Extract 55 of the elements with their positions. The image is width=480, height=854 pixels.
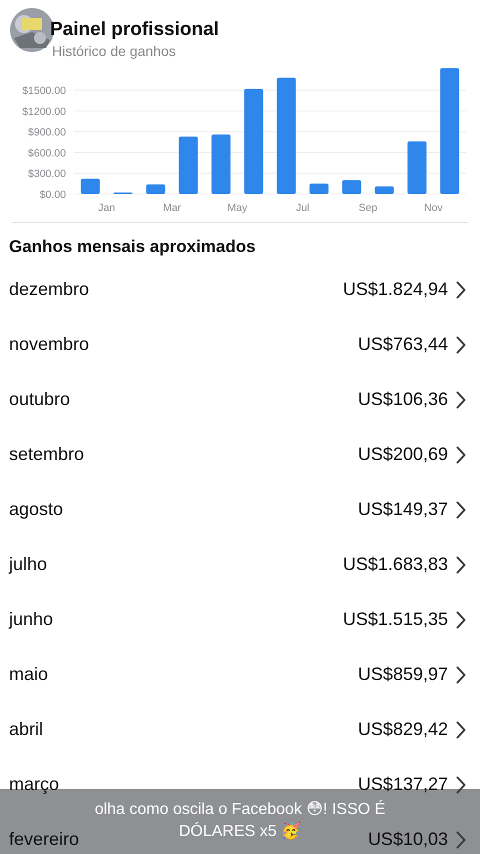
amount: US$1.683,83 bbox=[342, 554, 448, 575]
axis-label: $1500.00 bbox=[22, 85, 66, 98]
axis-label: Jul bbox=[296, 202, 310, 214]
month-name: julho bbox=[9, 554, 48, 575]
axis-label: May bbox=[227, 202, 248, 214]
amount: US$1.515,35 bbox=[342, 609, 448, 630]
bar bbox=[310, 184, 328, 194]
page-title: Painel profissional bbox=[50, 18, 219, 42]
axis-label: $600.00 bbox=[28, 147, 66, 160]
month-name: outubro bbox=[9, 389, 70, 410]
amount: US$859,97 bbox=[358, 664, 448, 685]
month-name: novembro bbox=[9, 334, 90, 355]
month-name: maio bbox=[9, 664, 48, 685]
amount: US$763,44 bbox=[358, 334, 448, 355]
bar bbox=[408, 141, 426, 194]
section-title: Ganhos mensais aproximados bbox=[8, 236, 257, 258]
axis-label: $0.00 bbox=[40, 189, 66, 201]
month-name: março bbox=[9, 774, 60, 795]
amount: US$106,36 bbox=[358, 389, 448, 410]
axis-label: Sep bbox=[358, 202, 378, 214]
bar bbox=[178, 136, 198, 194]
amount: US$137,27 bbox=[358, 774, 448, 795]
amount: US$149,37 bbox=[358, 499, 448, 520]
chevron-icon[interactable] bbox=[456, 610, 466, 628]
amount: US$829,42 bbox=[358, 719, 448, 740]
axis-label: $1200.00 bbox=[22, 106, 66, 118]
chevron-icon[interactable] bbox=[456, 666, 466, 684]
axis-label: $300.00 bbox=[28, 168, 66, 180]
month-name: abril bbox=[9, 719, 44, 740]
axis-label: Jan bbox=[98, 202, 116, 214]
chevron-icon[interactable] bbox=[456, 446, 466, 464]
bar bbox=[374, 186, 394, 194]
page-subtitle: Histórico de ganhos bbox=[52, 42, 177, 60]
chevron-icon[interactable] bbox=[456, 720, 466, 738]
chevron-icon[interactable] bbox=[456, 556, 466, 574]
bar bbox=[342, 180, 362, 194]
axis-label: Nov bbox=[424, 202, 443, 214]
month-name: dezembro bbox=[9, 279, 90, 300]
month-name: setembro bbox=[9, 444, 84, 465]
bar bbox=[80, 178, 100, 194]
amount: US$10,03 bbox=[368, 829, 448, 850]
month-name: junho bbox=[9, 609, 54, 630]
chevron-icon[interactable] bbox=[456, 280, 466, 298]
axis-label: $900.00 bbox=[28, 126, 66, 139]
chevron-icon[interactable] bbox=[456, 500, 466, 518]
bar bbox=[212, 134, 230, 194]
bar bbox=[146, 184, 166, 194]
axis-label: Mar bbox=[162, 202, 182, 214]
month-name: agosto bbox=[9, 499, 64, 520]
amount: US$1.824,94 bbox=[342, 279, 448, 300]
chevron-icon[interactable] bbox=[456, 390, 466, 408]
month-name: fevereiro bbox=[9, 829, 80, 850]
amount: US$200,69 bbox=[358, 444, 448, 465]
chevron-icon[interactable] bbox=[456, 776, 466, 794]
chevron-icon[interactable] bbox=[456, 336, 466, 354]
